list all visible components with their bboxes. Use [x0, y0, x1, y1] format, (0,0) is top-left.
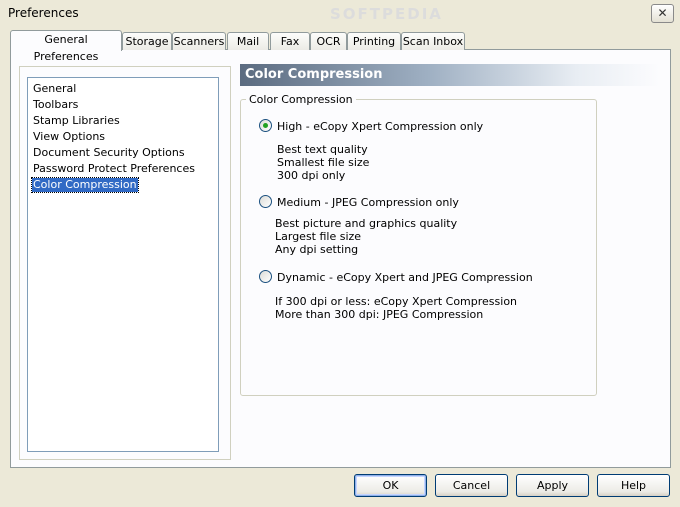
- sidebar-list[interactable]: General Toolbars Stamp Libraries View Op…: [27, 77, 219, 452]
- option-detail: Smallest file size: [277, 156, 370, 169]
- help-button[interactable]: Help: [597, 474, 670, 497]
- section-header: Color Compression: [240, 64, 660, 86]
- tab-label: Mail: [236, 35, 260, 48]
- ok-button[interactable]: OK: [354, 474, 427, 497]
- tab-ocr[interactable]: OCR: [310, 32, 347, 50]
- tab-label: General Preferences: [33, 33, 99, 63]
- radio-unchecked-icon: [259, 195, 272, 208]
- option-detail: Any dpi setting: [275, 243, 359, 256]
- radio-high-compression[interactable]: High - eCopy Xpert Compression only: [259, 119, 483, 133]
- radio-checked-icon: [259, 119, 272, 132]
- radio-medium-compression[interactable]: Medium - JPEG Compression only: [259, 195, 459, 209]
- tab-general-preferences[interactable]: General Preferences: [10, 30, 122, 63]
- group-label: Color Compression: [246, 93, 356, 106]
- option-detail: Best picture and graphics quality: [275, 217, 458, 230]
- tab-label: Fax: [280, 35, 300, 48]
- tab-label: Printing: [352, 35, 396, 48]
- radio-dynamic-compression[interactable]: Dynamic - eCopy Xpert and JPEG Compressi…: [259, 270, 533, 284]
- tab-label: Storage: [125, 35, 169, 48]
- option-detail: 300 dpi only: [277, 169, 346, 182]
- tab-label: OCR: [316, 35, 341, 48]
- section-title: Color Compression: [245, 67, 383, 82]
- tab-printing[interactable]: Printing: [347, 32, 401, 50]
- sidebar-item-password-protect-preferences[interactable]: Password Protect Preferences: [33, 162, 195, 176]
- tab-label: Scan Inbox: [402, 35, 464, 48]
- tab-scanners[interactable]: Scanners: [172, 32, 226, 50]
- sidebar-item-stamp-libraries[interactable]: Stamp Libraries: [33, 114, 120, 128]
- option-detail: More than 300 dpi: JPEG Compression: [275, 308, 484, 321]
- tab-storage[interactable]: Storage: [122, 32, 172, 50]
- option-detail: Best text quality: [277, 143, 368, 156]
- radio-unchecked-icon: [259, 270, 272, 283]
- sidebar-item-toolbars[interactable]: Toolbars: [33, 98, 78, 112]
- window-title: Preferences: [8, 6, 79, 20]
- radio-label: High - eCopy Xpert Compression only: [277, 120, 484, 133]
- tab-label: Scanners: [173, 35, 225, 48]
- sidebar-item-color-compression[interactable]: Color Compression: [31, 177, 139, 193]
- close-icon: ✕: [657, 6, 668, 20]
- option-detail: If 300 dpi or less: eCopy Xpert Compress…: [275, 295, 518, 308]
- sidebar-item-document-security-options[interactable]: Document Security Options: [33, 146, 185, 160]
- watermark: SOFTPEDIA: [330, 5, 443, 23]
- tab-fax[interactable]: Fax: [270, 32, 310, 50]
- cancel-button[interactable]: Cancel: [435, 474, 508, 497]
- sidebar-item-general[interactable]: General: [33, 82, 76, 96]
- tab-mail[interactable]: Mail: [227, 32, 269, 50]
- tab-scan-inbox[interactable]: Scan Inbox: [401, 32, 465, 50]
- close-button[interactable]: ✕: [651, 4, 674, 23]
- sidebar-item-view-options[interactable]: View Options: [33, 130, 105, 144]
- radio-label: Medium - JPEG Compression only: [277, 196, 459, 209]
- apply-button[interactable]: Apply: [516, 474, 589, 497]
- radio-label: Dynamic - eCopy Xpert and JPEG Compressi…: [277, 271, 533, 284]
- title-bar: Preferences SOFTPEDIA ✕: [0, 0, 680, 26]
- option-detail: Largest file size: [275, 230, 362, 243]
